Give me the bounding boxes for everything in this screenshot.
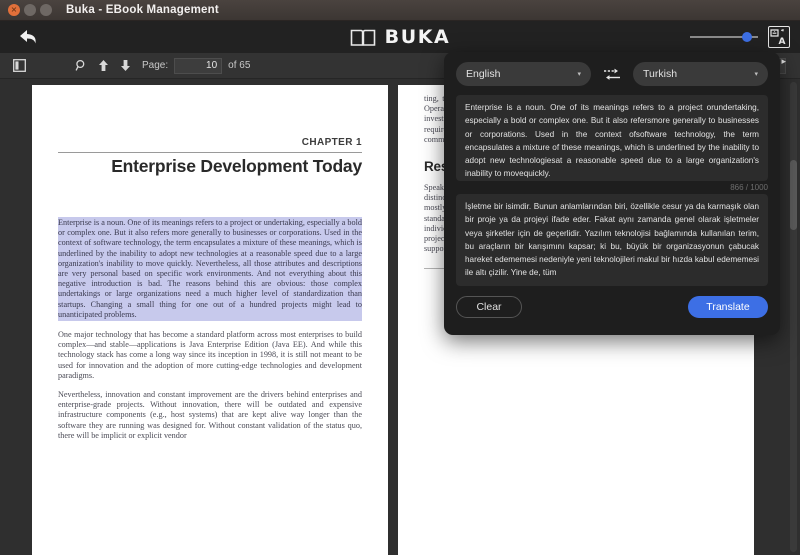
sidebar-glyph: [12, 59, 26, 72]
scrollbar-thumb[interactable]: [790, 160, 797, 230]
swap-arrows-icon: [604, 68, 620, 80]
back-arrow-glyph: [20, 30, 36, 44]
arrow-down-icon: [120, 60, 130, 71]
window-controls: ×: [8, 4, 52, 16]
chapter-title: Enterprise Development Today: [111, 156, 362, 176]
language-row: English ▾ Turkish ▾: [456, 62, 768, 86]
slider-knob[interactable]: [742, 32, 752, 42]
window-minimize-button[interactable]: [24, 4, 36, 16]
chevron-down-icon: ▾: [577, 71, 581, 78]
brand-lockup: BUKA: [0, 21, 800, 53]
arrow-up-icon: [98, 60, 108, 71]
window-title: Buka - EBook Management: [66, 4, 219, 16]
next-page-button[interactable]: [114, 56, 136, 76]
target-text-area[interactable]: İşletme bir isimdir. Bunun anlamlarından…: [456, 194, 768, 286]
brightness-slider[interactable]: [690, 30, 758, 44]
header-right-controls: A: [690, 21, 790, 53]
panel-button-row: Clear Translate: [456, 296, 768, 318]
page-count-label: of 65: [228, 60, 251, 71]
source-language-value: English: [466, 68, 501, 80]
character-counter: 866 / 1000: [730, 183, 768, 192]
back-arrow-icon[interactable]: [16, 26, 42, 48]
paragraph[interactable]: Nevertheless, innovation and constant im…: [58, 390, 362, 441]
translate-button[interactable]: Translate: [688, 296, 768, 318]
svg-text:A: A: [779, 37, 786, 46]
translate-glyph: A: [770, 29, 786, 47]
chapter-label: CHAPTER 1: [301, 137, 362, 148]
translation-panel: ▸ English ▾ Turkish ▾ Enterprise is a no…: [444, 52, 786, 335]
target-language-select[interactable]: Turkish ▾: [633, 62, 768, 86]
chevron-down-icon: ▾: [754, 71, 758, 78]
chapter-rule: [58, 152, 362, 153]
window-maximize-button[interactable]: [40, 4, 52, 16]
sidebar-toggle-icon[interactable]: [8, 56, 30, 76]
paragraph[interactable]: One major technology that has become a s…: [58, 330, 362, 381]
prev-page-button[interactable]: [92, 56, 114, 76]
open-book-icon: [350, 29, 375, 46]
clear-button[interactable]: Clear: [456, 296, 522, 318]
vertical-scrollbar[interactable]: [790, 82, 797, 552]
panel-collapse-arrow-icon[interactable]: ▸: [781, 56, 786, 67]
search-icon[interactable]: [70, 56, 92, 76]
translate-icon[interactable]: A: [768, 26, 790, 48]
source-language-select[interactable]: English ▾: [456, 62, 591, 86]
window-titlebar: × Buka - EBook Management: [0, 0, 800, 21]
brand-name: BUKA: [384, 26, 451, 48]
page-number-input[interactable]: [174, 57, 223, 74]
buka-app-window: × Buka - EBook Management BUKA A Page: 1…: [0, 0, 800, 555]
page-label: Page:: [142, 60, 169, 71]
swap-languages-button[interactable]: [599, 62, 625, 86]
window-close-button[interactable]: ×: [8, 4, 20, 16]
page-left: CHAPTER 1 Enterprise Development Today E…: [32, 85, 388, 555]
source-text-area[interactable]: Enterprise is a noun. One of its meaning…: [456, 95, 768, 181]
app-header: BUKA A: [0, 21, 800, 53]
search-glyph: [75, 59, 84, 71]
highlighted-paragraph[interactable]: Enterprise is a noun. One of its meaning…: [58, 217, 362, 322]
target-language-value: Turkish: [643, 68, 678, 80]
